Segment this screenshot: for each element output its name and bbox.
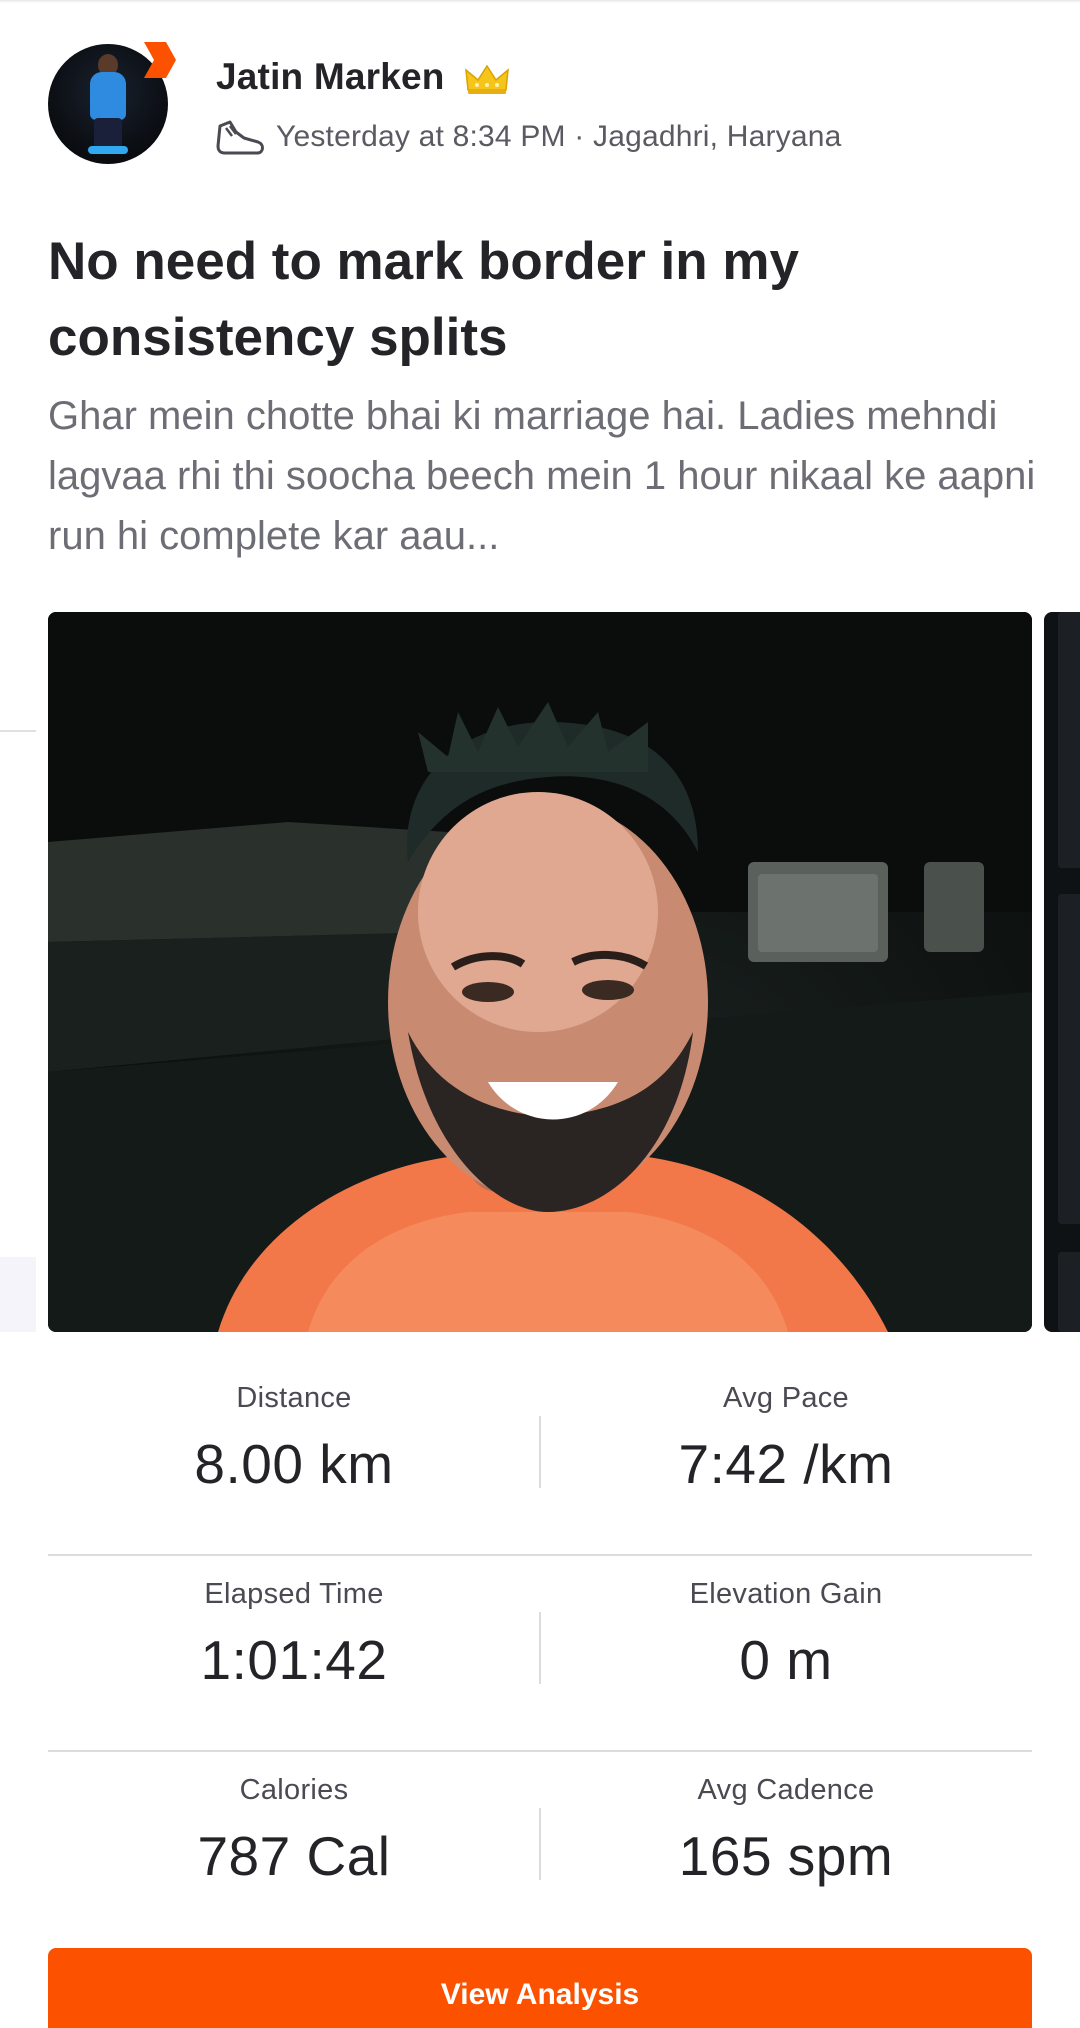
- stats-row-1: Distance 8.00 km Avg Pace 7:42 /km: [48, 1360, 1032, 1556]
- top-edge-shadow: [0, 0, 1080, 3]
- carousel-next-peek[interactable]: [1044, 612, 1080, 1332]
- stats-row-3: Calories 787 Cal Avg Cadence 165 spm: [48, 1752, 1032, 1946]
- stat-value: 1:01:42: [200, 1629, 388, 1691]
- view-analysis-button[interactable]: View Analysis: [48, 1948, 1032, 2028]
- stat-value: 787 Cal: [197, 1825, 391, 1887]
- activity-photo[interactable]: [48, 612, 1032, 1332]
- stat-label: Avg Cadence: [697, 1774, 875, 1806]
- shoe-icon: [216, 120, 264, 155]
- strava-chevron-icon: [144, 42, 176, 78]
- activity-stats: Distance 8.00 km Avg Pace 7:42 /km Elaps…: [48, 1360, 1032, 1946]
- stats-row-2: Elapsed Time 1:01:42 Elevation Gain 0 m: [48, 1556, 1032, 1752]
- stat-label: Calories: [239, 1774, 349, 1806]
- athlete-avatar[interactable]: [48, 42, 176, 168]
- stat-value: 7:42 /km: [678, 1433, 894, 1495]
- crown-icon: [465, 64, 509, 94]
- activity-description[interactable]: Ghar mein chotte bhai ki marriage hai. L…: [48, 386, 1048, 566]
- stat-label: Elevation Gain: [689, 1578, 883, 1610]
- activity-meta: Yesterday at 8:34 PM · Jagadhri, Haryana: [276, 120, 842, 153]
- carousel-previous-peek[interactable]: [0, 612, 36, 1332]
- stat-value: 165 spm: [678, 1825, 894, 1887]
- stat-value: 8.00 km: [194, 1433, 394, 1495]
- activity-title[interactable]: No need to mark border in my consistency…: [48, 224, 1038, 376]
- stat-label: Distance: [236, 1382, 352, 1414]
- stat-label: Avg Pace: [722, 1382, 849, 1414]
- stat-label: Elapsed Time: [204, 1578, 384, 1610]
- athlete-name[interactable]: Jatin Marken: [216, 56, 445, 98]
- stat-value: 0 m: [739, 1629, 833, 1691]
